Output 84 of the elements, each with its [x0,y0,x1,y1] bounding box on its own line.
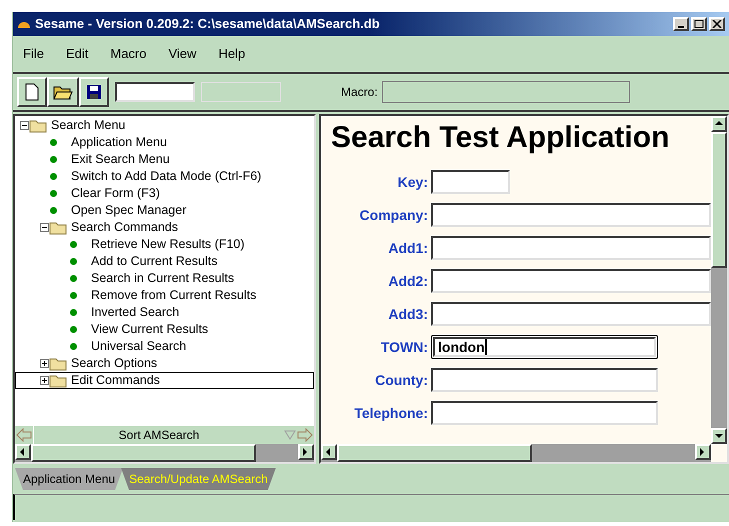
close-button[interactable] [709,17,725,31]
folder-icon [29,118,47,132]
folder-icon [53,84,73,100]
bullet-icon [50,207,57,214]
tree-item[interactable]: Edit Commands [15,372,314,389]
bullet-icon [50,190,57,197]
tree-item[interactable]: Search Options [15,355,314,372]
bullet-icon [70,241,77,248]
scroll-right-button[interactable] [298,444,314,460]
macro-field[interactable] [382,81,630,103]
input-field[interactable] [431,368,658,392]
bullet-icon [70,343,77,350]
field-label: TOWN: [380,338,429,356]
tree-item[interactable]: Search in Current Results [15,270,314,287]
scrollbar-thumb[interactable] [711,132,727,268]
field-label: Add3: [387,304,429,324]
scroll-right-button[interactable] [695,444,711,460]
input-field[interactable] [431,170,510,194]
bullet-icon [70,326,77,333]
bullet-icon [70,309,77,316]
tree-item[interactable]: View Current Results [15,321,314,338]
tree-item[interactable]: Universal Search [15,338,314,355]
expand-icon[interactable] [40,359,49,368]
text-field[interactable] [115,82,195,102]
menu-item[interactable]: File [23,44,44,64]
menu-item[interactable]: Macro [110,44,146,64]
input-field[interactable]: london [431,335,658,359]
form-title: Search Test Application [330,120,670,156]
expand-icon[interactable] [40,376,49,385]
tree-item[interactable]: Retrieve New Results (F10) [15,236,314,253]
close-icon [712,20,722,28]
tree-item[interactable]: Application Menu [15,134,314,151]
tree-item[interactable]: Add to Current Results [15,253,314,270]
save-button[interactable] [79,77,109,107]
window-title: Sesame - Version 0.209.2: C:\sesame\data\AMSearch.db [35,15,380,34]
tree-item[interactable]: Clear Form (F3) [15,185,314,202]
tree-item[interactable]: Search Commands [15,219,314,236]
scrollbar-thumb[interactable] [31,444,256,462]
input-field[interactable] [431,236,711,260]
bullet-icon [70,258,77,265]
menu-item[interactable]: Help [218,44,246,64]
input-field[interactable] [431,203,711,227]
tree-item[interactable]: Remove from Current Results [15,287,314,304]
macro-label: Macro: [341,84,378,101]
scroll-left-button[interactable] [15,444,31,460]
maximize-icon [694,20,704,28]
scroll-down-button[interactable] [711,428,727,444]
scroll-left-button[interactable] [321,444,337,460]
tree-item[interactable]: Exit Search Menu [15,151,314,168]
tree-item[interactable]: Inverted Search [15,304,314,321]
tree-item[interactable]: Search Menu [15,117,314,134]
field-label: Add1: [387,238,429,258]
bullet-icon [50,139,57,146]
field-label: Telephone: [353,404,429,423]
collapse-icon[interactable] [20,121,29,130]
tab[interactable]: Application Menu [15,468,124,490]
folder-icon [49,374,67,388]
bullet-icon [50,173,57,180]
menu-item[interactable]: Edit [66,44,88,64]
collapse-icon[interactable] [40,223,49,232]
menu-item[interactable]: View [168,44,196,64]
scrollbar-thumb[interactable] [337,444,532,462]
folder-icon [49,220,67,234]
tree-item[interactable]: Open Spec Manager [15,202,314,219]
new-file-button[interactable] [17,77,47,107]
scroll-up-button[interactable] [711,116,727,132]
bullet-icon [50,156,57,163]
folder-icon [49,356,67,370]
field-label: Company: [358,206,429,225]
blank-page-icon [25,83,39,101]
field-label: Add2: [387,272,429,290]
input-field[interactable] [431,401,658,425]
input-field[interactable] [431,269,711,293]
input-field[interactable] [431,302,711,326]
app-logo-icon [17,20,31,28]
minimize-button[interactable] [673,17,689,31]
maximize-button[interactable] [691,17,707,31]
bullet-icon [70,275,77,282]
field-label: Key: [396,172,429,192]
tree-item[interactable]: Switch to Add Data Mode (Ctrl-F6) [15,168,314,185]
bullet-icon [70,292,77,299]
tab[interactable]: Search/Update AMSearch [121,468,276,490]
open-folder-button[interactable] [47,77,79,107]
field-label: County: [374,370,429,390]
